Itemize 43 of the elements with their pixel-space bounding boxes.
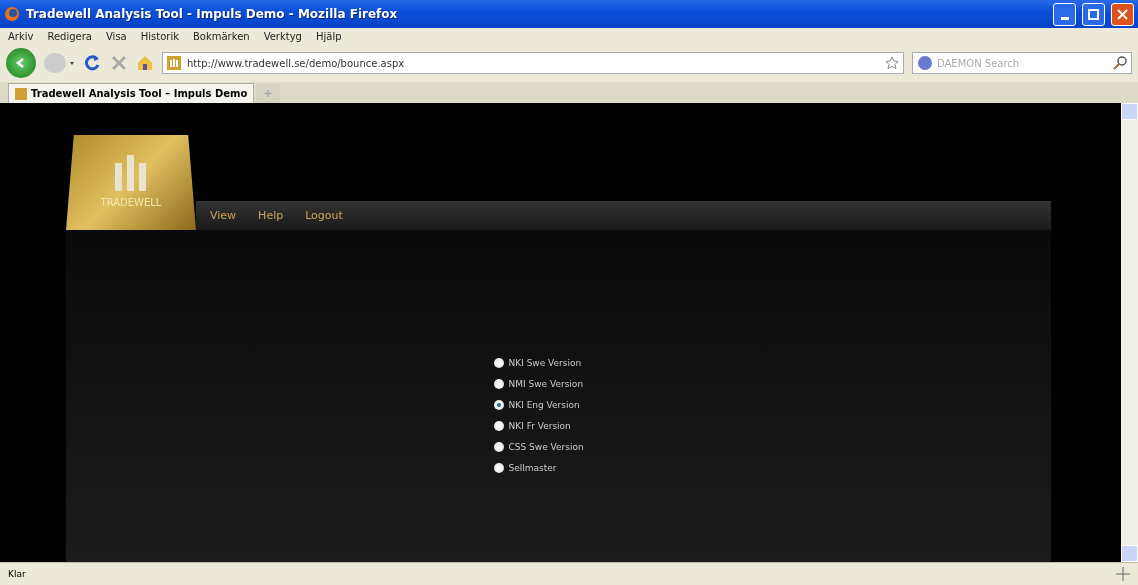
radio-button[interactable] — [493, 358, 504, 368]
minimize-button[interactable] — [1053, 2, 1076, 26]
browser-tab[interactable]: Tradewell Analysis Tool – Impuls Demo — [8, 83, 255, 103]
home-icon[interactable] — [136, 54, 154, 72]
maximize-button[interactable] — [1082, 2, 1105, 26]
address-field[interactable]: http://www.tradewell.se/demo/bounce.aspx — [162, 52, 904, 74]
menu-item[interactable]: Bokmärken — [192, 30, 250, 42]
radio-button[interactable] — [493, 421, 504, 431]
search-icon[interactable] — [1113, 56, 1127, 70]
minimize-icon — [1060, 16, 1069, 20]
close-icon — [1117, 8, 1128, 20]
close-button[interactable] — [1111, 2, 1134, 26]
site-icon — [15, 87, 27, 100]
back-button[interactable] — [6, 48, 36, 78]
nav-link[interactable]: Logout — [305, 209, 343, 222]
version-option[interactable]: NKI Eng Version — [493, 400, 624, 410]
status-text: Klar — [8, 569, 26, 579]
menu-item[interactable]: Historik — [140, 30, 179, 42]
menu-item[interactable]: Redigera — [47, 30, 92, 42]
radio-button[interactable] — [493, 400, 504, 410]
menu-item[interactable]: Verktyg — [263, 30, 302, 42]
star-icon[interactable] — [885, 56, 899, 70]
radio-button[interactable] — [493, 379, 504, 389]
site-icon — [167, 56, 181, 70]
version-option[interactable]: Sellmaster — [493, 463, 624, 473]
reload-icon[interactable] — [82, 53, 102, 73]
version-option[interactable]: NKI Fr Version — [493, 421, 624, 431]
maximize-icon — [1088, 8, 1099, 20]
nav-link[interactable]: View — [210, 209, 237, 222]
tradewell-logo: TRADEWELL — [66, 135, 196, 230]
radio-button[interactable] — [493, 463, 504, 473]
search-engine-icon[interactable] — [917, 55, 933, 71]
radio-button[interactable] — [493, 442, 504, 452]
menu-item[interactable]: Visa — [106, 30, 127, 42]
firefox-icon — [4, 6, 20, 22]
version-option[interactable]: CSS Swe Version — [493, 442, 624, 452]
menu-item[interactable]: Arkiv — [8, 30, 34, 42]
version-option[interactable]: NMI Swe Version — [493, 379, 624, 389]
scrollbar[interactable] — [1121, 103, 1138, 562]
menu-item[interactable]: Hjälp — [315, 30, 342, 42]
nav-link[interactable]: Help — [258, 209, 284, 222]
version-option[interactable]: NKI Swe Version — [493, 358, 624, 368]
window-title: Tradewell Analysis Tool - Impuls Demo - Mozilla Firefox — [26, 7, 399, 21]
